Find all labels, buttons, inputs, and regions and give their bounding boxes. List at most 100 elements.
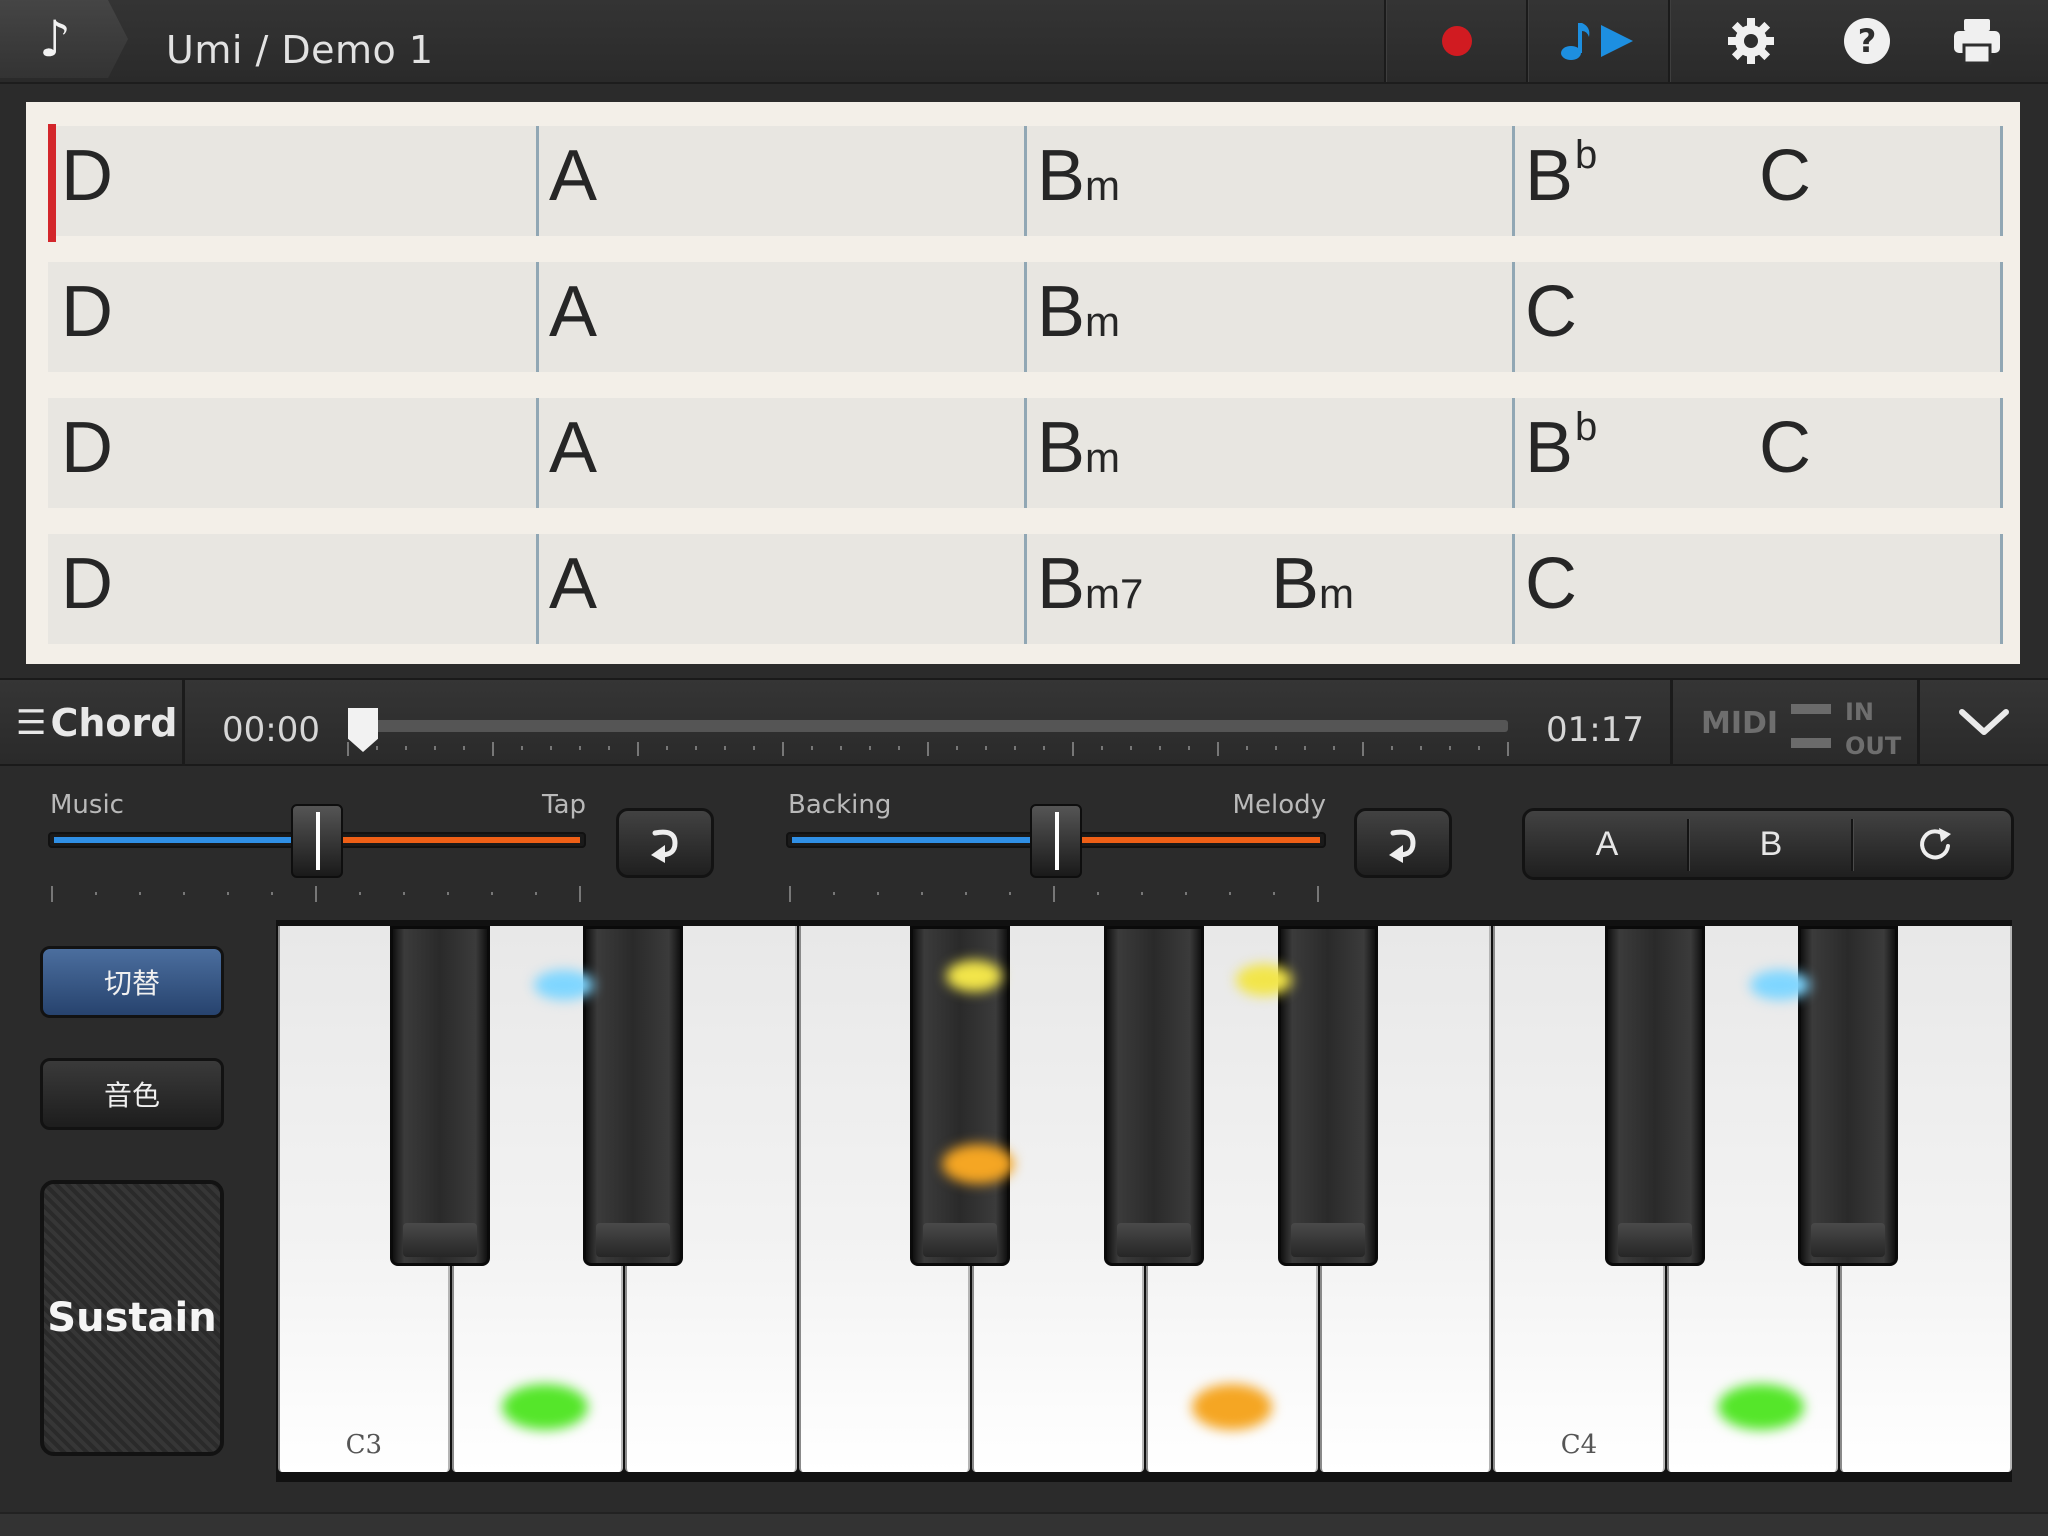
top-bar: ♪ Umi / Demo 1 ?: [0, 0, 2048, 84]
melody-label: Melody: [1232, 790, 1326, 820]
chord-quality: m: [1085, 298, 1121, 345]
chord-symbol: C: [1759, 140, 1811, 212]
help-button[interactable]: ?: [1812, 0, 1922, 82]
chord-bar[interactable]: D: [48, 126, 535, 236]
chord-sheet[interactable]: D A Bm Bb C D A Bm C D A Bm Bb C D A Bm7 Bm C: [26, 102, 2020, 664]
music-note-icon: ♪: [39, 10, 71, 68]
backing-melody-handle[interactable]: [1030, 804, 1082, 878]
black-key[interactable]: [583, 926, 684, 1266]
mode-menu-button[interactable]: ☰ Chord: [0, 680, 185, 766]
backing-melody-reset-button[interactable]: [1354, 808, 1452, 878]
music-level: [54, 837, 319, 843]
chord-bar[interactable]: Bm7 Bm: [1024, 534, 1511, 644]
toolbar-divider: [1384, 0, 1387, 82]
chord-root: A: [549, 544, 598, 624]
chord-symbol: Bm: [1037, 276, 1120, 348]
switch-button[interactable]: 切替: [40, 946, 224, 1018]
chord-root: B: [1271, 544, 1320, 624]
chord-bar[interactable]: C: [1512, 262, 1999, 372]
bottom-strip: [0, 1512, 2048, 1536]
chord-root: B: [1037, 408, 1086, 488]
chord-quality: m: [1319, 570, 1355, 617]
midi-out-label: OUT: [1845, 732, 1902, 760]
undo-arrow-icon: [1389, 829, 1416, 863]
chord-root: C: [1525, 272, 1577, 352]
seek-ticks: [347, 742, 1509, 756]
b-point-button[interactable]: B: [1691, 811, 1851, 877]
chord-bar[interactable]: D: [48, 398, 535, 508]
chord-symbol: A: [549, 548, 597, 620]
key-label: C3: [345, 1430, 383, 1460]
chord-row: D A Bm Bb C: [48, 126, 2003, 236]
chord-root: D: [61, 408, 113, 488]
midi-indicator: MIDI IN OUT: [1670, 680, 1920, 766]
chord-symbol: C: [1525, 276, 1577, 348]
chord-symbol: D: [61, 140, 113, 212]
tap-level: [319, 837, 580, 843]
chord-root: A: [549, 136, 598, 216]
chord-root: C: [1759, 136, 1811, 216]
note-highlight: [946, 960, 1002, 992]
chord-bar[interactable]: Bm: [1024, 398, 1511, 508]
chord-bar[interactable]: A: [536, 262, 1023, 372]
sustain-button[interactable]: Sustain: [40, 1180, 224, 1456]
chord-bar[interactable]: C: [1512, 534, 1999, 644]
toolbar-divider: [1526, 0, 1529, 82]
chord-quality: m: [1085, 162, 1121, 209]
record-icon: [1442, 26, 1472, 56]
chord-root: D: [61, 136, 113, 216]
chord-bar[interactable]: Bm: [1024, 262, 1511, 372]
ab-loop-group: A B: [1522, 808, 2014, 880]
chord-symbol: Bm: [1271, 548, 1354, 620]
ab-divider: [1687, 819, 1690, 871]
music-tap-reset-button[interactable]: [616, 808, 714, 878]
black-key[interactable]: [1277, 926, 1378, 1266]
chord-root: C: [1759, 408, 1811, 488]
chord-root: A: [549, 408, 598, 488]
a-point-button[interactable]: A: [1527, 811, 1687, 877]
black-key[interactable]: [389, 926, 490, 1266]
midi-label: MIDI: [1701, 706, 1779, 741]
chord-bar[interactable]: Bb C: [1512, 126, 1999, 236]
print-button[interactable]: [1922, 0, 2032, 82]
black-key[interactable]: [1604, 926, 1705, 1266]
chord-quality: m7: [1085, 570, 1144, 617]
black-key[interactable]: [1798, 926, 1899, 1266]
piano-keyboard[interactable]: C3 C4: [276, 920, 2012, 1482]
song-menu-button[interactable]: ♪: [0, 0, 128, 78]
chord-symbol: C: [1759, 412, 1811, 484]
music-tap-scale: [51, 886, 581, 902]
settings-button[interactable]: [1690, 0, 1812, 82]
chord-bar[interactable]: D: [48, 262, 535, 372]
chord-bar[interactable]: A: [536, 534, 1023, 644]
chord-bar[interactable]: D: [48, 534, 535, 644]
note-highlight: [1192, 1384, 1272, 1430]
play-button[interactable]: [1530, 0, 1668, 82]
chord-symbol: A: [549, 140, 597, 212]
chord-bar[interactable]: A: [536, 126, 1023, 236]
chord-bar[interactable]: A: [536, 398, 1023, 508]
tone-button[interactable]: 音色: [40, 1058, 224, 1130]
music-tap-handle[interactable]: [291, 804, 343, 878]
note-play-icon: [1561, 23, 1633, 60]
seek-track[interactable]: [348, 720, 1508, 732]
hamburger-icon: ☰: [16, 703, 47, 743]
chord-bar[interactable]: Bb C: [1512, 398, 1999, 508]
chord-bar[interactable]: Bm: [1024, 126, 1511, 236]
chord-root: D: [61, 544, 113, 624]
chord-root: B: [1037, 136, 1086, 216]
backing-melody-scale: [789, 886, 1319, 902]
backing-label: Backing: [788, 790, 892, 820]
toolbar-divider: [1668, 0, 1671, 82]
current-time: 00:00: [222, 710, 320, 750]
loop-button[interactable]: [1855, 811, 2015, 877]
row-end-barline: [2000, 534, 2003, 644]
chord-row: D A Bm Bb C: [48, 398, 2003, 508]
chord-symbol: D: [61, 412, 113, 484]
black-key[interactable]: [1104, 926, 1204, 1266]
chord-root: A: [549, 272, 598, 352]
record-button[interactable]: [1388, 0, 1526, 82]
collapse-button[interactable]: [1920, 680, 2048, 766]
transport-bar: ☰ Chord 00:00 01:17 MIDI IN OUT: [0, 678, 2048, 766]
note-highlight: [502, 1384, 588, 1430]
